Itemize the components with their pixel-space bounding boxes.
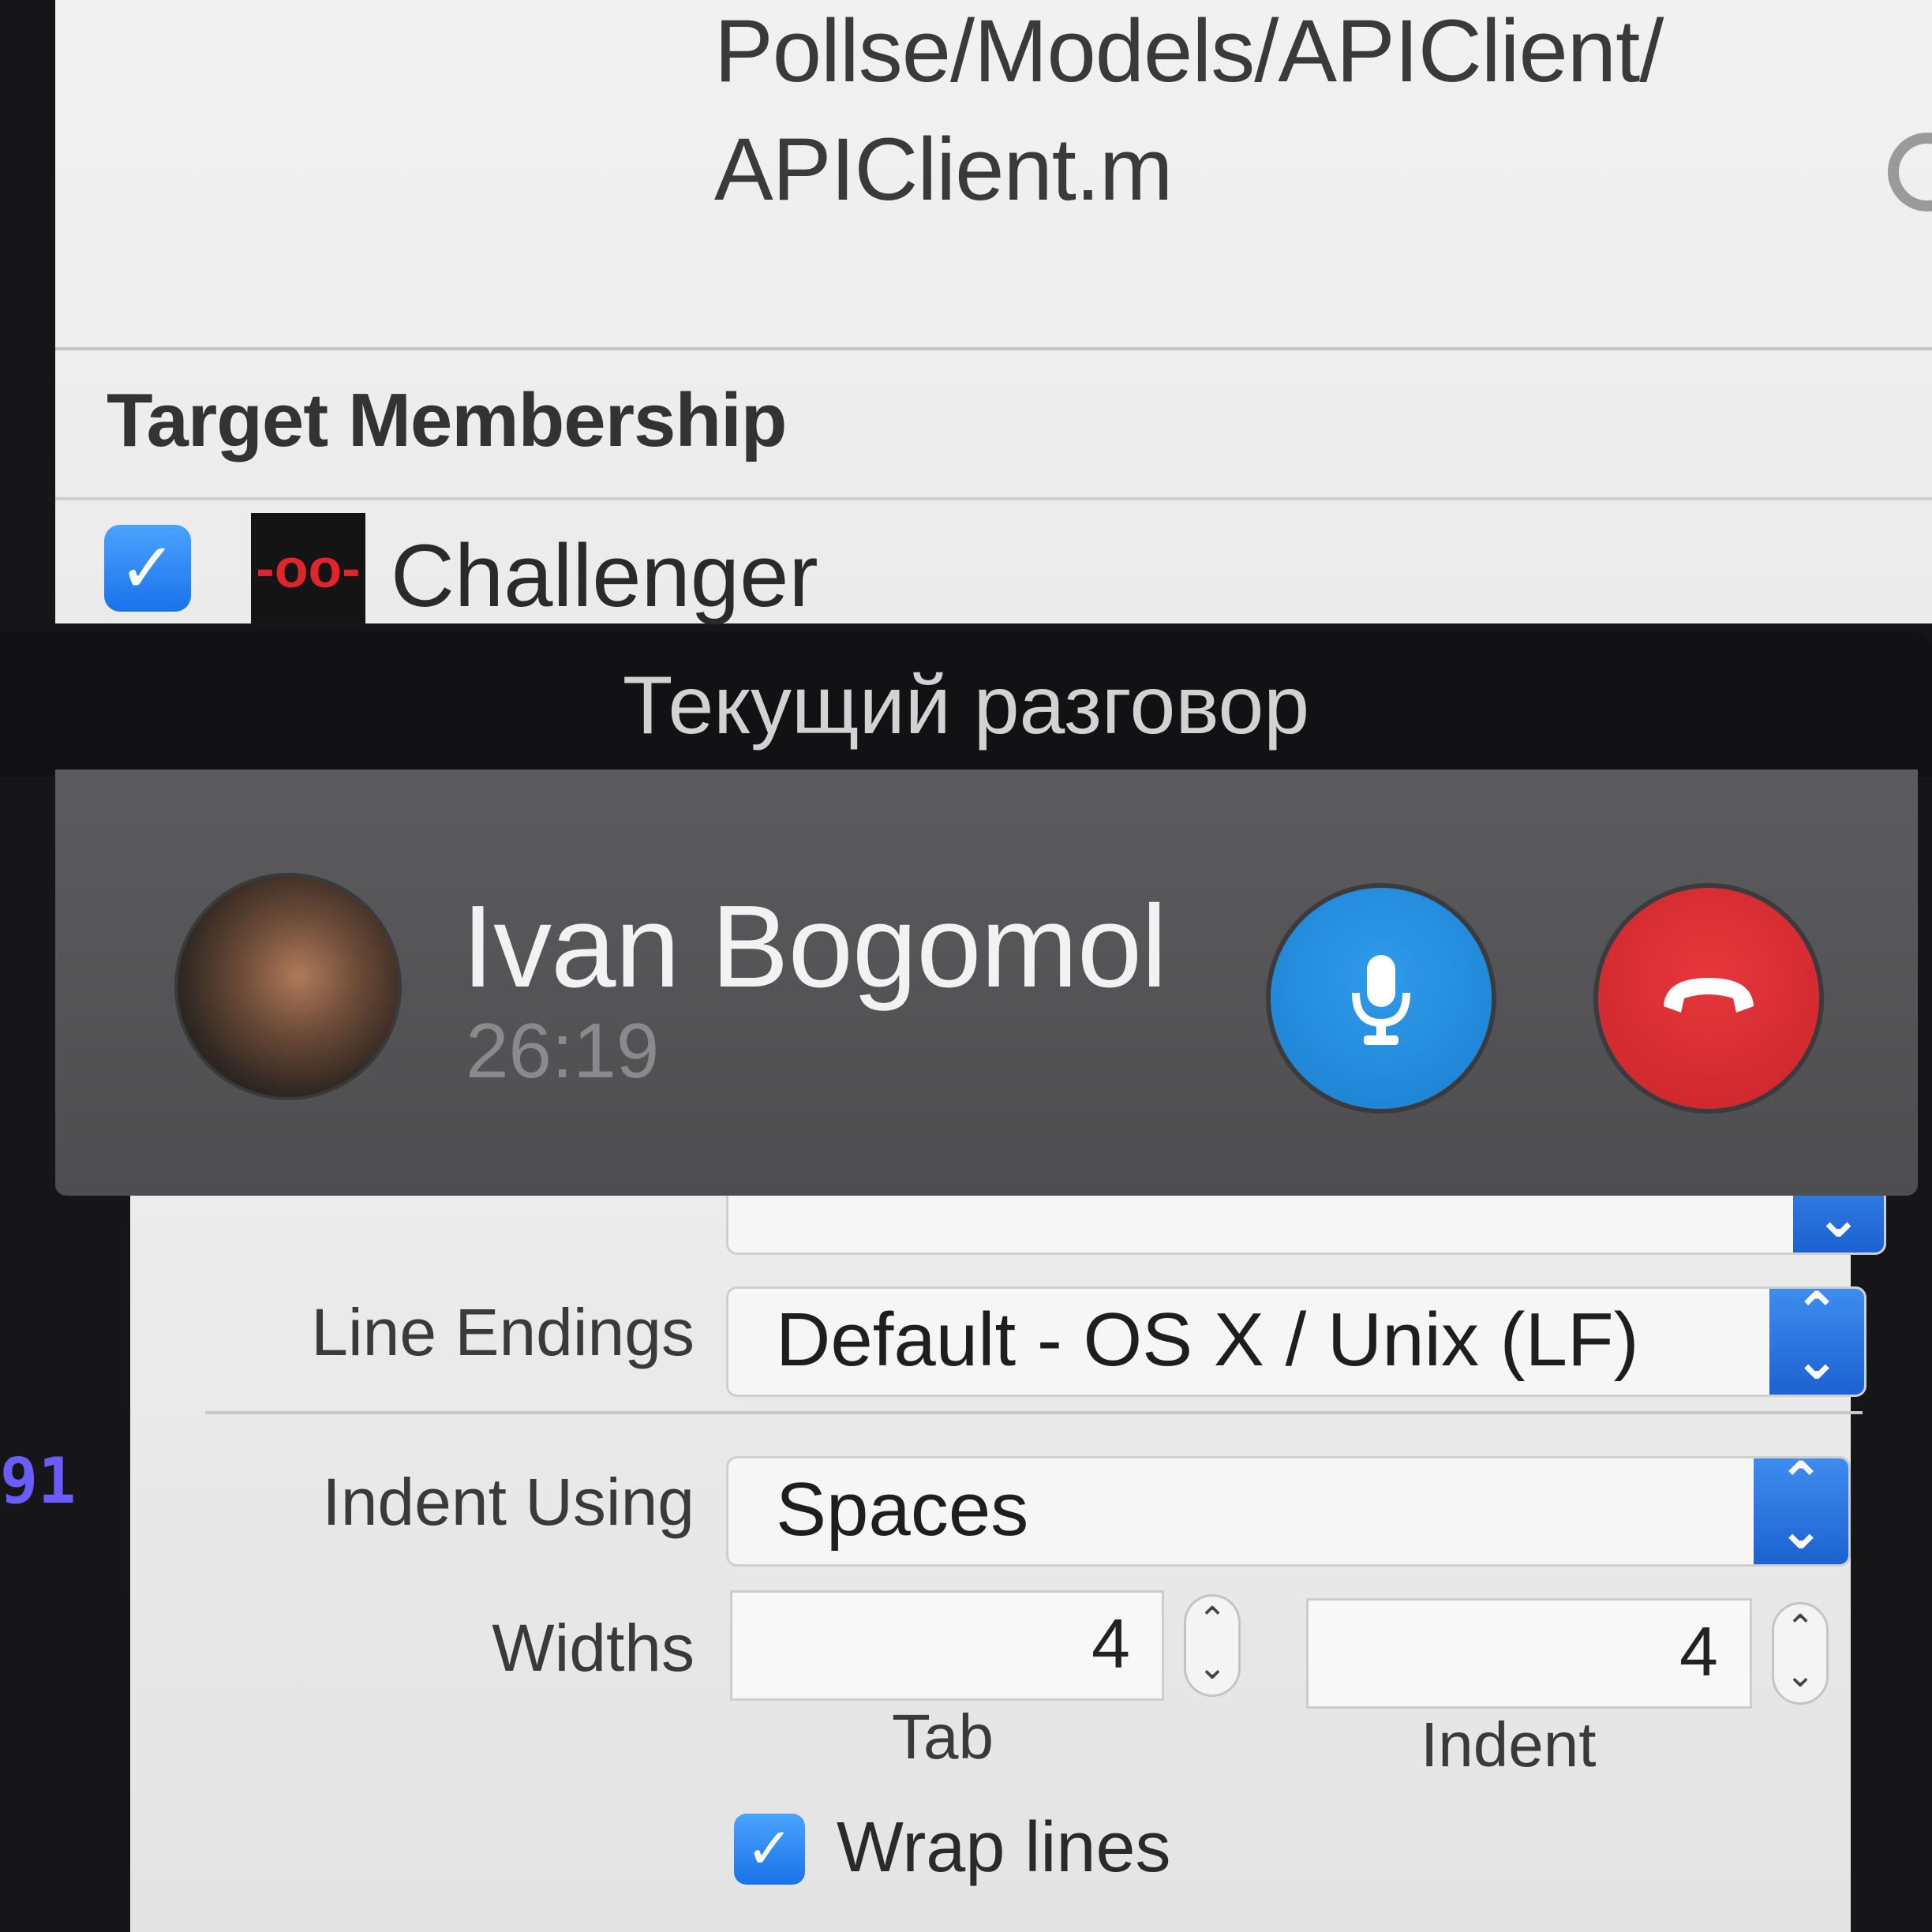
caller-name: Ivan Bogomol (462, 882, 1167, 1012)
indent-using-value: Spaces (776, 1467, 1029, 1552)
tab-width-caption: Tab (892, 1702, 994, 1772)
line-endings-popup[interactable]: Default - OS X / Unix (LF) ⌃ ⌄ (726, 1286, 1866, 1397)
section-divider (55, 497, 1932, 500)
indent-width-stepper[interactable]: ⌃ ⌄ (1772, 1602, 1829, 1705)
tab-width-field[interactable]: 4 (730, 1590, 1164, 1701)
indent-width-field[interactable]: 4 (1306, 1598, 1752, 1709)
target-membership-heading: Target Membership (107, 378, 787, 462)
file-path-line-1: Pollse/Models/APIClient/ (714, 2, 1664, 100)
wrap-lines-checkbox[interactable]: ✓ (734, 1814, 805, 1885)
widths-label: Widths (492, 1611, 695, 1685)
section-divider (205, 1411, 1863, 1414)
target-membership-checkbox[interactable]: ✓ (104, 525, 191, 612)
popup-chevron-icon: ⌃⌄ (1754, 1458, 1848, 1564)
line-endings-value: Default - OS X / Unix (LF) (776, 1297, 1639, 1382)
section-divider (55, 347, 1932, 350)
indent-using-popup[interactable]: Spaces ⌃ ⌄ (726, 1456, 1851, 1567)
caller-avatar (178, 876, 399, 1097)
phone-hangup-icon (1664, 978, 1754, 1013)
call-duration-timer: 26:19 (466, 1007, 660, 1094)
line-endings-label: Line Endings (311, 1295, 695, 1369)
popup-chevron-icon: ⌃⌄ (1769, 1289, 1864, 1395)
target-name-label: Challenger (391, 526, 818, 625)
tab-width-stepper[interactable]: ⌃ ⌄ (1184, 1594, 1241, 1697)
indent-using-label: Indent Using (322, 1465, 695, 1539)
file-full-path: Pollse/Models/APIClient/ APIClient.m (714, 0, 1819, 229)
file-path-line-2: APIClient.m (714, 120, 1173, 219)
indent-width-caption: Indent (1421, 1709, 1597, 1780)
call-overlay-title: Текущий разговор (622, 660, 1310, 751)
wrap-lines-label: Wrap lines (837, 1808, 1171, 1887)
microphone-icon (1352, 955, 1410, 1045)
target-app-icon: -oo- (251, 513, 365, 623)
editor-gutter-line-number: 91 (0, 1444, 77, 1518)
